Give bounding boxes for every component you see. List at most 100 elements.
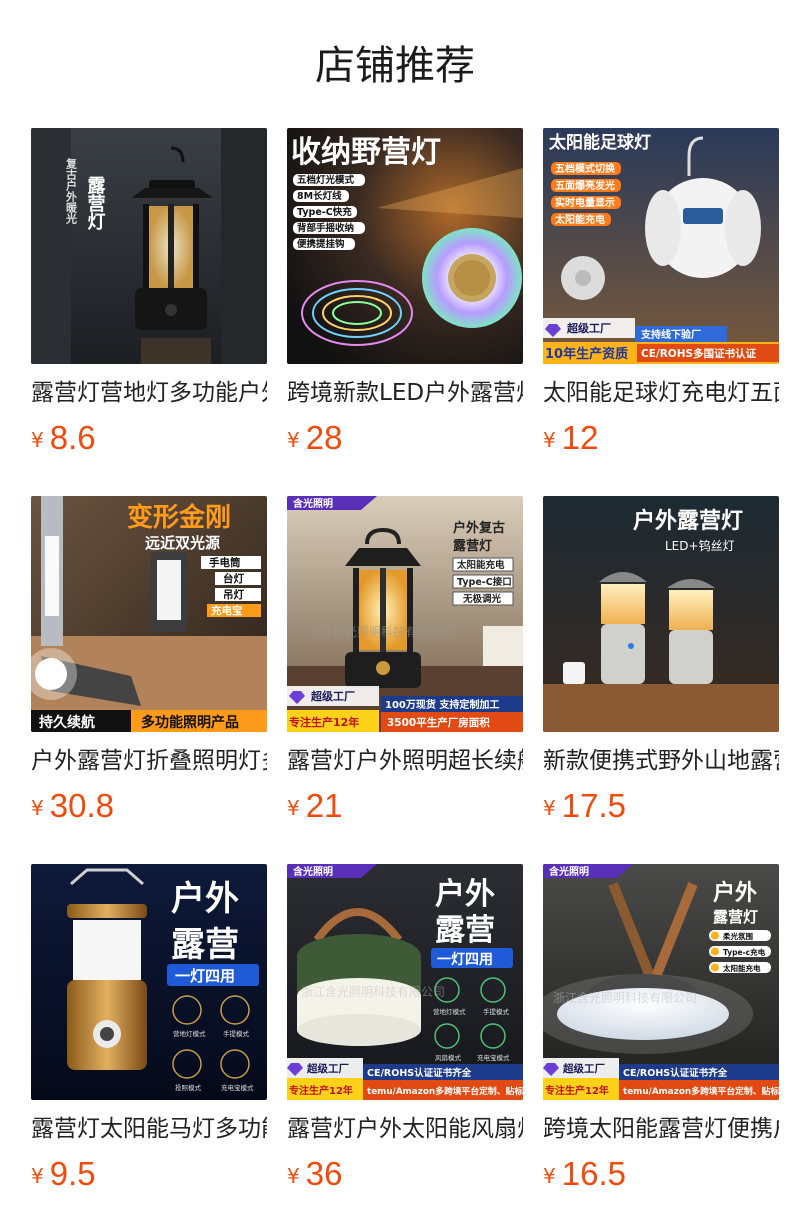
image-text: 露营 [435,913,495,948]
price-value: 12 [561,419,599,456]
image-text: 一灯四用 [175,967,235,985]
image-text: 便携提挂钩 [297,238,345,250]
product-card[interactable]: 户外 露营 一灯四用 营地灯模式 手提模式 投照模式 充电宝模式 露营灯太阳能马… [31,864,267,1194]
image-text: 太阳能充电 [554,213,605,226]
currency-symbol: ¥ [287,1164,300,1188]
image-text: 浙江含光照明科技有限公司 [301,984,445,999]
image-text: 多功能照明产品 [141,714,239,731]
currency-symbol: ¥ [287,428,300,452]
product-image[interactable]: 含光照明 户外 露营灯 柔光氛围 Type-c充电 太阳能充电 浙江含光照明科技… [543,864,779,1100]
product-price: ¥30.8 [31,784,114,828]
image-text: 浙江含光照明科技有限公司 [553,990,697,1005]
image-text: 持久续航 [39,714,95,731]
image-text: 超级工厂 [306,1062,349,1075]
page-title: 店铺推荐 [315,43,475,89]
image-text: 专注生产12年 [545,1084,609,1097]
currency-symbol: ¥ [543,1164,556,1188]
image-text: 手提模式 [483,1007,510,1016]
product-name[interactable]: 露营灯营地灯多功能户外照明复古马灯 [31,376,267,410]
product-image[interactable]: 收纳野营灯 五档灯光模式 8M长灯线 Type-C快充 背部手摇收纳 便携提挂钩 [287,128,523,364]
product-image[interactable]: 户外露营灯 LED+钨丝灯 [543,496,779,732]
image-text: Type-C接口 [457,576,512,588]
image-text: 露营 [171,925,239,965]
product-card[interactable]: 含光照明 户外 露营 一灯四用 营地灯模式 手提模式 风扇模式 充电宝模式 浙江… [287,864,523,1194]
image-text: temu/Amazon多跨境平台定制、贴标 [367,1085,523,1097]
product-name[interactable]: 太阳能足球灯充电灯五面爆亮发光 [543,376,779,410]
image-text: 100万现货 支持定制加工 [385,698,499,711]
product-card[interactable]: 含光照明 户外 露营灯 柔光氛围 Type-c充电 太阳能充电 浙江含光照明科技… [543,864,779,1194]
product-name[interactable]: 露营灯户外照明超长续航复古露营灯 [287,744,523,778]
image-text: LED+钨丝灯 [665,538,735,553]
currency-symbol: ¥ [543,428,556,452]
image-text: 支持线下验厂 [640,328,701,341]
image-text: 吊灯 [223,588,244,601]
product-image[interactable]: 太阳能足球灯 五档模式切换 五面爆亮发光 实时电量显示 太阳能充电 超级工厂 支… [543,128,779,364]
image-text: 五档灯光模式 [297,174,355,186]
image-text: CE/ROHS认证证书齐全 [367,1067,472,1079]
image-text: 背部手摇收纳 [297,222,354,234]
product-card[interactable]: 太阳能足球灯 五档模式切换 五面爆亮发光 实时电量显示 太阳能充电 超级工厂 支… [543,128,779,458]
image-text: 五档模式切换 [555,162,616,175]
currency-symbol: ¥ [287,796,300,820]
image-text: CE/ROHS认证证书齐全 [623,1067,728,1079]
image-text: 台灯 [223,572,244,585]
price-value: 30.8 [49,787,114,824]
image-text: 手提模式 [223,1029,250,1038]
image-text: 露营灯 [713,908,758,926]
image-text: 无极调光 [462,593,502,605]
currency-symbol: ¥ [31,1164,44,1188]
product-price: ¥8.6 [31,416,96,460]
product-name[interactable]: 露营灯太阳能马灯多功能一灯四用 [31,1112,267,1146]
product-price: ¥9.5 [31,1152,96,1196]
product-name[interactable]: 新款便携式野外山地露营灯钨丝灯 [543,744,779,778]
product-name[interactable]: 露营灯户外太阳能风扇灯一灯四用 [287,1112,523,1146]
product-price: ¥21 [287,784,342,828]
product-image[interactable]: 含光照明 户外 露营 一灯四用 营地灯模式 手提模式 风扇模式 充电宝模式 浙江… [287,864,523,1100]
currency-symbol: ¥ [543,796,556,820]
price-value: 8.6 [49,419,96,456]
image-text: 远近双光源 [145,534,220,552]
image-text: 变形金刚 [127,502,231,533]
currency-symbol: ¥ [31,796,44,820]
product-image[interactable]: 复古户外暖光 露营灯 [31,128,267,364]
image-text: 专注生产12年 [289,1084,353,1097]
product-name[interactable]: 户外露营灯折叠照明灯多功能手电筒 [31,744,267,778]
product-card[interactable]: 复古户外暖光 露营灯 露营灯营地灯多功能户外照明复古马灯 ¥8.6 [31,128,267,458]
product-card[interactable]: 含光照明 户外复古 露营灯 太阳能充电 Type-C接口 无极调光 浙江含光照明… [287,496,523,826]
image-text: 投照模式 [175,1083,202,1092]
product-card[interactable]: 变形金刚 远近双光源 手电筒 台灯 吊灯 充电宝 持久续航 多功能照明产品 户外 [31,496,267,826]
image-text: CE/ROHS多国证书认证 [641,347,757,360]
product-card[interactable]: 收纳野营灯 五档灯光模式 8M长灯线 Type-C快充 背部手摇收纳 便携提挂钩… [287,128,523,458]
image-text: 营地灯模式 [173,1029,206,1038]
image-text: 浙江含光照明科技有限公司 [309,624,453,639]
image-text: 充电宝模式 [221,1083,254,1092]
image-text: 含光照明 [549,865,589,878]
image-text: 实时电量显示 [555,196,615,209]
image-text: 营地灯模式 [433,1007,466,1016]
image-text: 一灯四用 [437,951,493,968]
image-text: Type-c充电 [723,947,766,957]
image-text: 专注生产12年 [289,715,359,729]
product-price: ¥36 [287,1152,342,1196]
product-image[interactable]: 户外 露营 一灯四用 营地灯模式 手提模式 投照模式 充电宝模式 [31,864,267,1100]
price-value: 9.5 [49,1155,96,1192]
product-name[interactable]: 跨境新款LED户外露营灯带收纳野营灯 [287,376,523,410]
product-image[interactable]: 变形金刚 远近双光源 手电筒 台灯 吊灯 充电宝 持久续航 多功能照明产品 [31,496,267,732]
product-price: ¥12 [543,416,598,460]
product-price: ¥16.5 [543,1152,626,1196]
image-text: 太阳能充电 [723,963,761,973]
product-price: ¥17.5 [543,784,626,828]
product-image[interactable]: 含光照明 户外复古 露营灯 太阳能充电 Type-C接口 无极调光 浙江含光照明… [287,496,523,732]
image-text: 户外露营灯 [633,508,743,534]
product-card[interactable]: 户外露营灯 LED+钨丝灯 新款便携式野外山地露营灯钨丝灯 ¥17.5 [543,496,779,826]
image-text: 含光照明 [293,865,333,878]
image-text: 含光照明 [293,497,333,510]
image-text: 充电宝模式 [477,1053,510,1062]
image-text: 手电筒 [209,556,241,569]
image-text: 3500平生产厂房面积 [387,716,490,729]
image-text: 太阳能充电 [457,559,505,571]
image-text: 户外 [171,879,239,919]
product-name[interactable]: 跨境太阳能露营灯便携户外照明灯 [543,1112,779,1146]
image-text: 超级工厂 [562,1062,605,1075]
image-text: Type-C快充 [297,206,352,218]
